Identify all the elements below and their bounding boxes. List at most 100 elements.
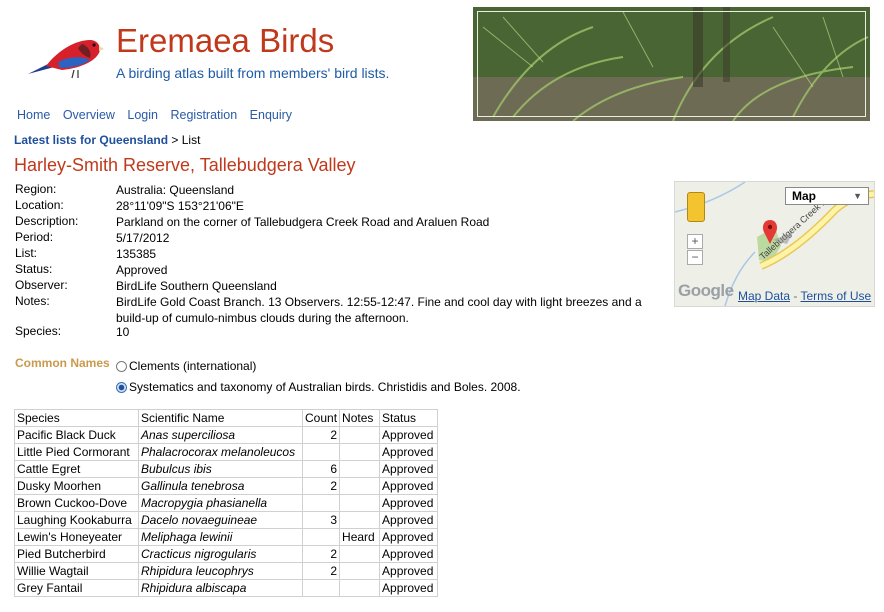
- main-nav: Home Overview Login Registration Enquiry: [17, 108, 301, 122]
- count-cell: 2: [301, 545, 341, 563]
- species-cell[interactable]: Cattle Egret: [14, 460, 139, 478]
- notes-cell: [339, 460, 381, 478]
- col-scientific-name-header: Scientific Name: [138, 409, 303, 427]
- breadcrumb: Latest lists for Queensland > List: [14, 133, 200, 147]
- location-value: 28°11'09"S 153°21'06"E: [116, 199, 244, 213]
- count-cell: 6: [301, 460, 341, 478]
- scientific-name-cell: Macropygia phasianella: [138, 494, 303, 512]
- status-cell: Approved: [379, 528, 439, 546]
- count-cell: 2: [301, 477, 341, 495]
- species-cell[interactable]: Pied Butcherbird: [14, 545, 139, 563]
- map-data-link[interactable]: Map Data: [738, 289, 790, 303]
- map-type-dropdown[interactable]: Map ▼: [785, 187, 869, 205]
- map-footer: Map Data - Terms of Use: [738, 289, 871, 303]
- status-cell: Approved: [379, 494, 439, 512]
- scientific-name-cell: Rhipidura leucophrys: [138, 562, 303, 580]
- site-title[interactable]: Eremaea Birds: [116, 22, 334, 60]
- species-cell[interactable]: Dusky Moorhen: [14, 477, 139, 495]
- status-cell: Approved: [379, 511, 439, 529]
- scientific-name-cell: Bubulcus ibis: [138, 460, 303, 478]
- table-row: Lewin's Honeyeater Meliphaga lewinii Heard…: [14, 528, 439, 546]
- christidis-boles-option-label[interactable]: Systematics and taxonomy of Australian b…: [129, 380, 521, 394]
- page-title: Harley-Smith Reserve, Tallebudgera Valle…: [14, 155, 356, 175]
- christidis-boles-option[interactable]: Systematics and taxonomy of Australian b…: [116, 380, 521, 394]
- common-names-heading: Common Names: [15, 356, 110, 370]
- zoom-out-button[interactable]: −: [687, 250, 703, 265]
- breadcrumb-separator: >: [171, 133, 179, 147]
- banner-frame: [477, 11, 866, 117]
- status-cell: Approved: [379, 545, 439, 563]
- clements-option-label[interactable]: Clements (international): [129, 359, 256, 373]
- google-logo: Google: [678, 281, 734, 300]
- notes-cell: [339, 494, 381, 512]
- list-value: 135385: [116, 247, 157, 261]
- clements-option[interactable]: Clements (international): [116, 359, 256, 373]
- map-type-value: Map: [792, 189, 816, 203]
- christidis-boles-radio[interactable]: [116, 382, 127, 393]
- notes-value: BirdLife Gold Coast Branch. 13 Observers…: [116, 295, 642, 325]
- species-count-value: 10: [116, 325, 130, 339]
- count-cell: [301, 579, 341, 597]
- count-cell: 3: [301, 511, 341, 529]
- nav-enquiry[interactable]: Enquiry: [250, 108, 292, 122]
- status-cell: Approved: [379, 579, 439, 597]
- scientific-name-cell: Meliphaga lewinii: [138, 528, 303, 546]
- col-notes-header: Notes: [339, 409, 381, 427]
- zoom-in-button[interactable]: +: [687, 234, 703, 249]
- notes-cell: [339, 443, 381, 461]
- table-row: Dusky Moorhen Gallinula tenebrosa 2 Approve…: [14, 477, 439, 495]
- species-table: Species Scientific Name Count Notes Stat…: [14, 409, 439, 597]
- scientific-name-cell: Dacelo novaeguineae: [138, 511, 303, 529]
- nav-login[interactable]: Login: [127, 108, 158, 122]
- scientific-name-cell: Phalacrocorax melanoleucos: [138, 443, 303, 461]
- count-cell: [301, 494, 341, 512]
- clements-radio[interactable]: [116, 361, 127, 372]
- status-value: Approved: [116, 263, 168, 277]
- table-row: Grey Fantail Rhipidura albiscapa Approved: [14, 579, 439, 597]
- notes-cell: [339, 545, 381, 563]
- count-cell: 2: [301, 426, 341, 444]
- nav-home[interactable]: Home: [17, 108, 50, 122]
- table-header-row: Species Scientific Name Count Notes Stat…: [14, 409, 439, 427]
- banner-photo: [473, 7, 870, 121]
- notes-cell: [339, 511, 381, 529]
- species-cell[interactable]: Brown Cuckoo-Dove: [14, 494, 139, 512]
- period-value: 5/17/2012: [116, 231, 170, 245]
- region-value: Australia: Queensland: [116, 183, 235, 197]
- species-cell[interactable]: Grey Fantail: [14, 579, 139, 597]
- rosella-logo-icon: [28, 40, 104, 79]
- notes-cell: [339, 579, 381, 597]
- table-row: Brown Cuckoo-Dove Macropygia phasianella A…: [14, 494, 439, 512]
- species-cell[interactable]: Lewin's Honeyeater: [14, 528, 139, 546]
- region-label: Region:: [15, 182, 57, 196]
- col-status-header: Status: [379, 409, 439, 427]
- observer-value: BirdLife Southern Queensland: [116, 279, 277, 293]
- nav-overview[interactable]: Overview: [63, 108, 115, 122]
- species-cell[interactable]: Pacific Black Duck: [14, 426, 139, 444]
- table-row: Laughing Kookaburra Dacelo novaeguineae 3 A…: [14, 511, 439, 529]
- table-row: Pacific Black Duck Anas superciliosa 2 Appr…: [14, 426, 439, 444]
- terms-of-use-link[interactable]: Terms of Use: [801, 289, 872, 303]
- pegman-icon[interactable]: [687, 192, 705, 222]
- nav-registration[interactable]: Registration: [170, 108, 237, 122]
- count-cell: [301, 443, 341, 461]
- species-cell[interactable]: Laughing Kookaburra: [14, 511, 139, 529]
- species-cell[interactable]: Willie Wagtail: [14, 562, 139, 580]
- breadcrumb-current: List: [181, 133, 201, 147]
- notes-cell: Heard: [339, 528, 381, 546]
- status-cell: Approved: [379, 426, 439, 444]
- notes-cell: [339, 426, 381, 444]
- count-cell: [301, 528, 341, 546]
- description-value: Parkland on the corner of Tallebudgera C…: [116, 215, 490, 229]
- scientific-name-cell: Cracticus nigrogularis: [138, 545, 303, 563]
- species-cell[interactable]: Little Pied Cormorant: [14, 443, 139, 461]
- status-cell: Approved: [379, 460, 439, 478]
- notes-cell: [339, 477, 381, 495]
- chevron-down-icon: ▼: [853, 191, 862, 201]
- count-cell: 2: [301, 562, 341, 580]
- breadcrumb-latest-lists-link[interactable]: Latest lists for Queensland: [14, 133, 168, 147]
- description-label: Description:: [15, 214, 79, 228]
- location-label: Location:: [15, 198, 64, 212]
- map-footer-separator: -: [793, 289, 798, 303]
- list-label: List:: [15, 246, 38, 260]
